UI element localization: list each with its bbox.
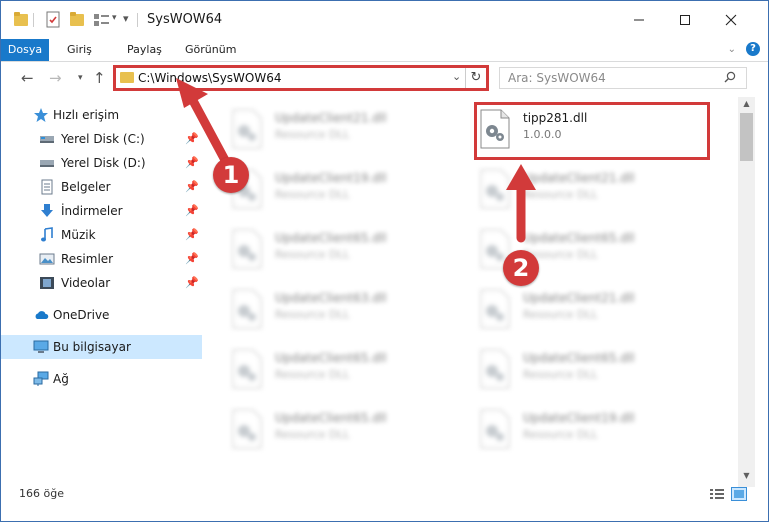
recent-locations-icon[interactable]: ▾ [78,73,83,83]
file-item[interactable]: UpdateClient21.dll Resource DLL [451,161,681,217]
dll-file-icon [232,349,262,389]
refresh-icon[interactable]: ↻ [465,68,486,88]
search-box[interactable]: Ara: SysWOW64 [499,67,747,89]
callout-1: 1 [213,157,249,193]
tab-file[interactable]: Dosya [1,39,49,61]
tab-share[interactable]: Paylaş [127,39,162,61]
new-folder-icon[interactable] [69,11,85,29]
dll-file-icon [232,109,262,149]
file-item[interactable]: UpdateClient63.dll Resource DLL [203,281,433,337]
dll-file-icon [232,229,262,269]
up-arrow-icon[interactable]: ↑ [93,69,106,87]
nav-item-videos[interactable]: Videolar 📌 [1,271,202,295]
forward-arrow-icon[interactable]: → [49,69,62,87]
ribbon-controls: ⌄ ? [728,42,760,56]
file-item[interactable]: UpdateClient21.dll Resource DLL [203,101,433,157]
customize-toolbar-icon[interactable]: ▾ [123,12,129,25]
scroll-thumb[interactable] [740,113,753,161]
nav-item-downloads[interactable]: İndirmeler 📌 [1,199,202,223]
help-icon[interactable]: ? [746,42,760,56]
pictures-icon [39,253,55,265]
explorer-window: ▾ ▾ SysWOW64 Dosya Giriş Paylaş Görünüm … [0,0,769,522]
music-icon [41,227,53,242]
file-item[interactable]: UpdateClient19.dll Resource DLL [451,401,681,457]
nav-item-music[interactable]: Müzik 📌 [1,223,202,247]
divider [137,13,138,27]
file-item[interactable]: UpdateClient65.dll Resource DLL [203,221,433,277]
download-icon [41,204,53,217]
navigation-pane: Hızlı erişim Yerel Disk (C:) 📌 Yerel Dis… [1,97,202,475]
search-input[interactable]: Ara: SysWOW64 [508,71,606,85]
divider [33,13,34,27]
nav-item-onedrive[interactable]: OneDrive [1,303,202,327]
dll-file-icon [480,349,510,389]
pin-icon[interactable]: 📌 [185,252,199,265]
address-bar[interactable]: C:\Windows\SysWOW64 ⌄ ↻ [113,65,489,91]
dll-file-icon [232,289,262,329]
address-row: ← → ▾ ↑ C:\Windows\SysWOW64 ⌄ ↻ Ara: Sys… [1,61,768,95]
large-icons-view-icon[interactable] [731,487,747,501]
file-item[interactable]: UpdateClient65.dll Resource DLL [451,341,681,397]
star-icon [34,108,48,122]
file-item[interactable]: UpdateClient21.dll Resource DLL [451,281,681,337]
window-title: SysWOW64 [147,12,223,27]
nav-item-pictures[interactable]: Resimler 📌 [1,247,202,271]
nav-item-quick-access[interactable]: Hızlı erişim [1,103,202,127]
nav-item-local-disk-c[interactable]: Yerel Disk (C:) 📌 [1,127,202,151]
file-list: UpdateClient21.dll Resource DLL UpdateCl… [203,97,738,475]
vertical-scrollbar[interactable]: ▲ ▼ [738,97,755,487]
minimize-icon [634,19,644,21]
drive-icon [40,136,54,143]
dll-file-icon [232,409,262,449]
file-item[interactable]: UpdateClient65.dll Resource DLL [451,221,681,277]
nav-item-documents[interactable]: Belgeler 📌 [1,175,202,199]
documents-icon [41,179,53,195]
pin-icon[interactable]: 📌 [185,132,199,145]
item-count: 166 öğe [19,487,64,500]
callout-2: 2 [503,250,539,286]
address-path[interactable]: C:\Windows\SysWOW64 [138,71,282,85]
dll-file-icon [480,409,510,449]
dll-file-icon [480,289,510,329]
ribbon-tabs: Dosya Giriş Paylaş Görünüm ⌄ ? [1,39,768,62]
file-item[interactable]: UpdateClient65.dll Resource DLL [203,401,433,457]
pin-icon[interactable]: 📌 [185,228,199,241]
drive-icon [40,160,54,167]
close-button[interactable] [708,1,754,39]
nav-item-this-pc[interactable]: Bu bilgisayar [1,335,202,359]
scroll-down-icon[interactable]: ▼ [738,469,755,483]
highlight-box [474,102,710,160]
title-bar: ▾ ▾ SysWOW64 [1,1,768,39]
file-item[interactable]: UpdateClient65.dll Resource DLL [203,341,433,397]
pin-icon[interactable]: 📌 [185,156,199,169]
minimize-button[interactable] [616,1,662,39]
details-view-icon[interactable] [709,487,725,501]
close-icon [725,14,737,26]
view-options-icon[interactable] [93,11,111,29]
pin-icon[interactable]: 📌 [185,276,199,289]
expand-ribbon-icon[interactable]: ⌄ [728,44,736,55]
folder-icon [14,12,28,26]
maximize-button[interactable] [662,1,708,39]
chevron-down-icon[interactable]: ▾ [112,13,117,23]
folder-icon [120,72,134,83]
network-icon [33,371,49,386]
maximize-icon [680,15,690,25]
back-arrow-icon[interactable]: ← [21,69,34,87]
tab-home[interactable]: Giriş [67,39,92,61]
search-icon[interactable] [724,71,736,83]
cloud-icon [35,311,49,319]
nav-item-network[interactable]: Ağ [1,367,202,391]
tab-view[interactable]: Görünüm [185,39,236,61]
computer-icon [33,340,49,353]
properties-icon[interactable] [45,11,61,29]
nav-item-local-disk-d[interactable]: Yerel Disk (D:) 📌 [1,151,202,175]
scroll-up-icon[interactable]: ▲ [738,97,755,111]
chevron-down-icon[interactable]: ⌄ [452,70,461,83]
video-icon [40,277,54,289]
pin-icon[interactable]: 📌 [185,180,199,193]
pin-icon[interactable]: 📌 [185,204,199,217]
status-bar: 166 öğe [1,487,768,521]
dll-file-icon [480,169,510,209]
